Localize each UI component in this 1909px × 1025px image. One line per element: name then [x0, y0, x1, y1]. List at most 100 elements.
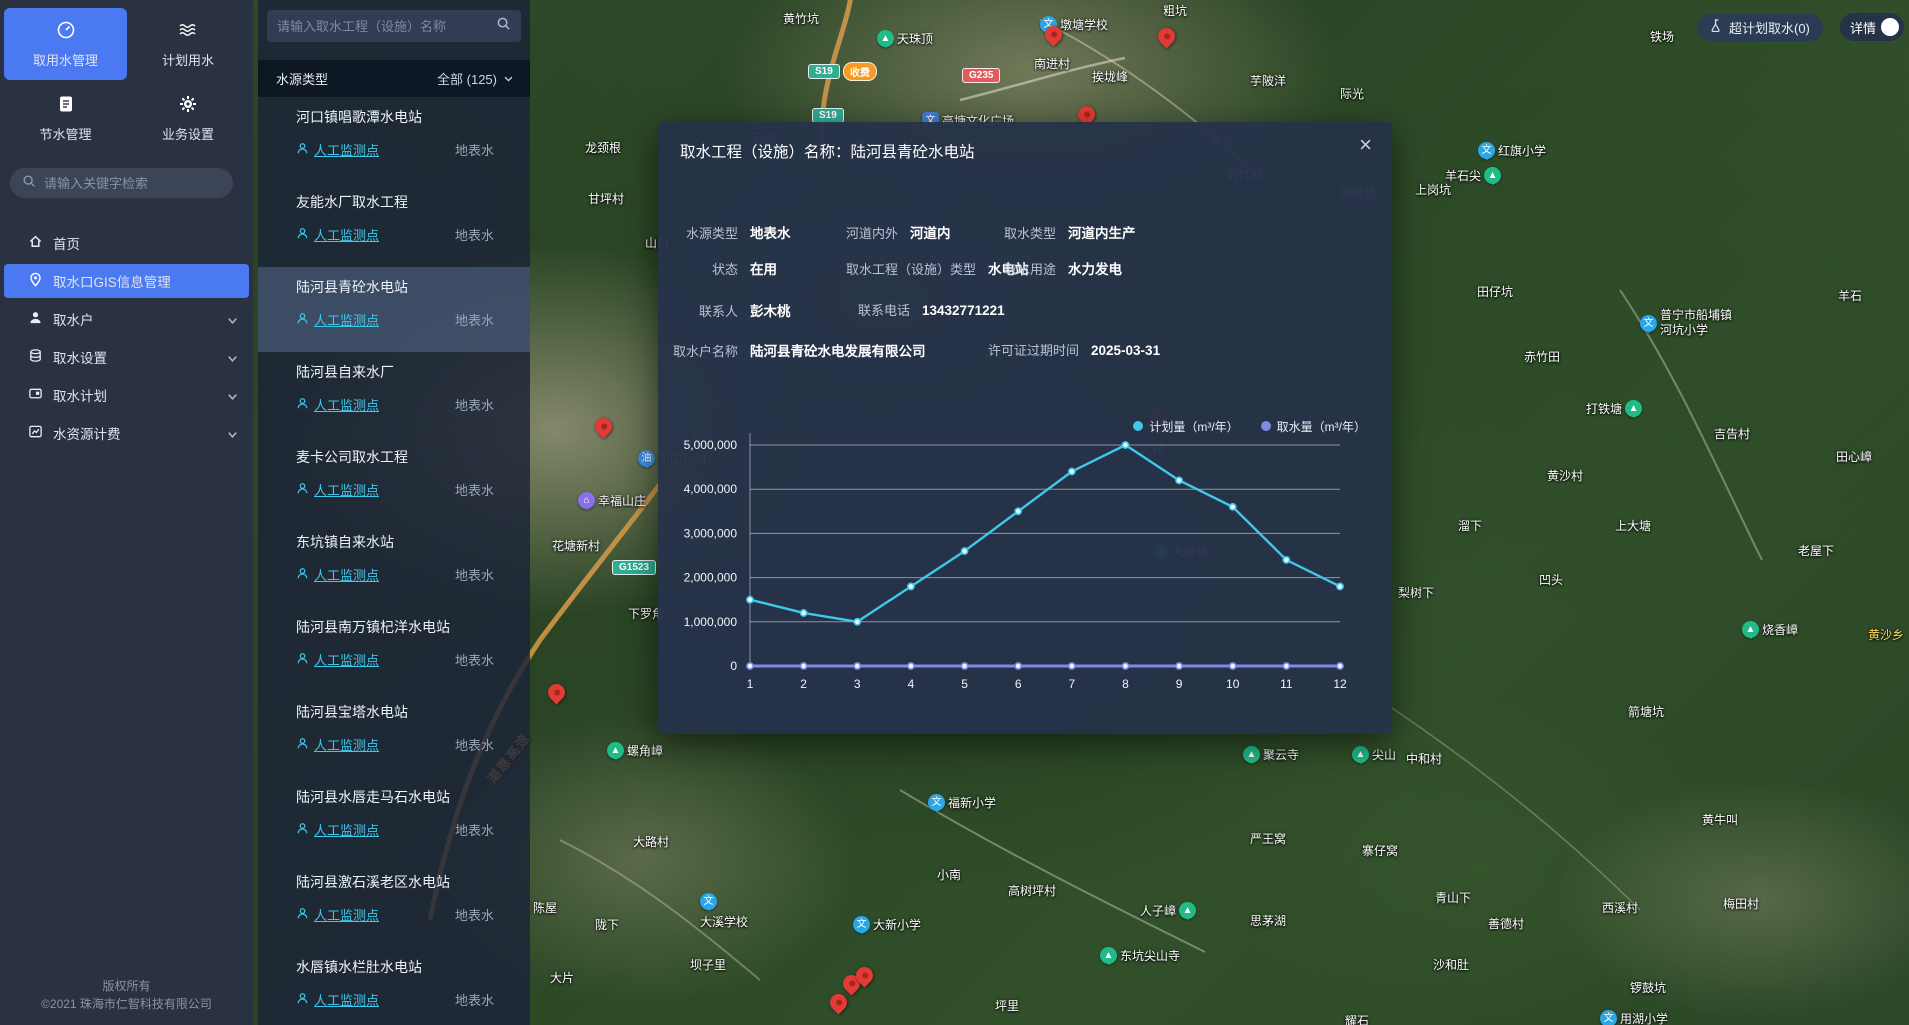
monitor-link[interactable]: 人工监测点 [296, 990, 379, 1009]
monitor-link[interactable]: 人工监测点 [296, 650, 379, 669]
legend-item[interactable]: 取水量（m³/年） [1261, 418, 1366, 435]
mount-marker-icon[interactable]: ▲ [607, 742, 624, 759]
school-marker-icon[interactable]: 文 [1600, 1010, 1617, 1025]
detail-toggle[interactable]: 详情 [1840, 13, 1904, 41]
user-icon [28, 310, 43, 328]
school-marker-icon[interactable]: 文 [1478, 142, 1495, 159]
station-panel: 水源类型 全部 (125) 河口镇唱歌潭水电站人工监测点地表水友能水厂取水工程人… [258, 0, 530, 1025]
school-marker-icon[interactable]: 文 [853, 916, 870, 933]
map-label: 粗坑 [1163, 2, 1187, 19]
map-label-text: 箭塘坑 [1628, 703, 1664, 720]
monitor-label: 人工监测点 [314, 820, 379, 839]
station-search-input[interactable] [277, 19, 496, 34]
monitor-link[interactable]: 人工监测点 [296, 565, 379, 584]
close-icon[interactable]: × [1359, 132, 1372, 158]
map-label-text: 大溪学校 [700, 913, 748, 930]
station-list-item[interactable]: 陆河县水唇走马石水电站人工监测点地表水 [258, 777, 530, 862]
monitor-label: 人工监测点 [314, 990, 379, 1009]
map-label-text: 大路村 [633, 833, 669, 850]
map-label-text: 黄牛叫 [1702, 811, 1738, 828]
mount-marker-icon[interactable]: ▲ [1484, 167, 1501, 184]
station-meta-row: 人工监测点地表水 [296, 820, 530, 839]
gas-marker-icon[interactable]: 油 [638, 450, 655, 467]
school-marker-icon[interactable]: 文 [928, 794, 945, 811]
sidebar-item-0[interactable]: 首页 [4, 226, 249, 260]
legend-label: 计划量（m³/年） [1149, 420, 1238, 434]
app-tile-0[interactable]: 取用水管理 [4, 8, 127, 80]
map-label: ▲螺角嶂 [607, 742, 663, 759]
monitor-link[interactable]: 人工监测点 [296, 140, 379, 159]
map-label: 羊石 [1838, 287, 1862, 304]
station-list-item[interactable]: 陆河县南万镇杞洋水电站人工监测点地表水 [258, 607, 530, 692]
copyright-line2: ©2021 珠海市仁智科技有限公司 [0, 995, 253, 1013]
gear-icon [178, 94, 198, 117]
sidebar-item-2[interactable]: 取水户 [4, 302, 249, 336]
app-tile-label: 取用水管理 [33, 50, 98, 69]
mount-marker-icon[interactable]: ▲ [1742, 621, 1759, 638]
filter-value-dropdown[interactable]: 全部 (125) [437, 69, 514, 88]
map-label: 挨垅峰 [1092, 68, 1128, 85]
sidebar-item-4[interactable]: 取水计划 [4, 378, 249, 412]
monitor-label: 人工监测点 [314, 225, 379, 244]
map-label: 黄竹坑 [783, 10, 819, 27]
svg-text:11: 11 [1280, 677, 1293, 691]
legend-item[interactable]: 计划量（m³/年） [1133, 418, 1238, 435]
map-label: 文大溪学校 [700, 893, 748, 930]
app-tile-2[interactable]: 节水管理 [4, 82, 127, 154]
home-icon [28, 234, 43, 252]
station-list-item[interactable]: 东坑镇自来水站人工监测点 地表水 [258, 522, 530, 607]
mount-marker-icon[interactable]: ▲ [1625, 400, 1642, 417]
map-label-text: 烧香嶂 [1762, 621, 1798, 638]
mount-marker-icon[interactable]: ▲ [1243, 746, 1260, 763]
road-badge: S19 [812, 108, 844, 123]
over-plan-intake-button[interactable]: 超计划取水(0) [1697, 14, 1823, 41]
mount-marker-icon[interactable]: ▲ [1100, 947, 1117, 964]
map-label: 羊石尖▲ [1445, 167, 1501, 184]
monitor-link[interactable]: 人工监测点 [296, 735, 379, 754]
search-icon[interactable] [496, 16, 511, 36]
station-list-item[interactable]: 水唇镇水栏肚水电站人工监测点地表水 [258, 947, 530, 1025]
monitor-link[interactable]: 人工监测点 [296, 225, 379, 244]
school-marker-icon[interactable]: 文 [1640, 315, 1657, 332]
sidebar-item-3[interactable]: 取水设置 [4, 340, 249, 374]
monitor-link[interactable]: 人工监测点 [296, 395, 379, 414]
station-list-item[interactable]: 陆河县青砼水电站人工监测点地表水 [258, 267, 530, 352]
card-icon [28, 386, 43, 404]
map-label: 黄沙乡 [1868, 626, 1904, 643]
mount-marker-icon[interactable]: ▲ [877, 30, 894, 47]
sidebar-item-label: 水资源计费 [53, 423, 215, 443]
station-list-item[interactable]: 河口镇唱歌潭水电站人工监测点地表水 [258, 97, 530, 182]
station-name: 东坑镇自来水站 [296, 532, 530, 552]
person-icon [296, 227, 309, 243]
station-list-item[interactable]: 陆河县自来水厂人工监测点地表水 [258, 352, 530, 437]
app-tile-3[interactable]: 业务设置 [129, 82, 247, 154]
station-detail-modal: 取水工程（设施）名称：陆河县青砼水电站 × 水源类型地表水 河道内外河道内 取水… [658, 122, 1392, 734]
monitor-link[interactable]: 人工监测点 [296, 905, 379, 924]
monitor-label: 人工监测点 [314, 395, 379, 414]
chart-legend: 计划量（m³/年） 取水量（m³/年） [1133, 418, 1366, 435]
school-marker-icon[interactable]: 文 [700, 893, 717, 910]
map-label: 箭塘坑 [1628, 703, 1664, 720]
sidebar-search-input[interactable] [44, 176, 214, 191]
monitor-link[interactable]: 人工监测点 [296, 480, 379, 499]
water-type-label: 地表水 [455, 480, 494, 499]
station-list-item[interactable]: 友能水厂取水工程人工监测点地表水 [258, 182, 530, 267]
sidebar-item-5[interactable]: 水资源计费 [4, 416, 249, 450]
map-label: 黄沙村 [1547, 467, 1583, 484]
app-tile-1[interactable]: 计划用水 [129, 8, 247, 80]
station-list-item[interactable]: 陆河县激石溪老区水电站人工监测点地表水 [258, 862, 530, 947]
home-marker-icon[interactable]: ⌂ [578, 492, 595, 509]
monitor-link[interactable]: 人工监测点 [296, 310, 379, 329]
sidebar-item-1[interactable]: 取水口GIS信息管理 [4, 264, 249, 298]
map-label: 陈屋 [533, 899, 557, 916]
map-label: ▲东坑尖山寺 [1100, 947, 1180, 964]
water-type-label: 地表水 [455, 565, 494, 584]
monitor-link[interactable]: 人工监测点 [296, 820, 379, 839]
sidebar: 取用水管理 计划用水节水管理业务设置 首页取水口GIS信息管理取水户取水设置取水计… [0, 0, 253, 1025]
map-label-text: 挨垅峰 [1092, 68, 1128, 85]
station-search [267, 10, 521, 42]
station-list-item[interactable]: 麦卡公司取水工程人工监测点地表水 [258, 437, 530, 522]
mount-marker-icon[interactable]: ▲ [1179, 902, 1196, 919]
mount-marker-icon[interactable]: ▲ [1352, 746, 1369, 763]
station-list-item[interactable]: 陆河县宝塔水电站人工监测点地表水 [258, 692, 530, 777]
